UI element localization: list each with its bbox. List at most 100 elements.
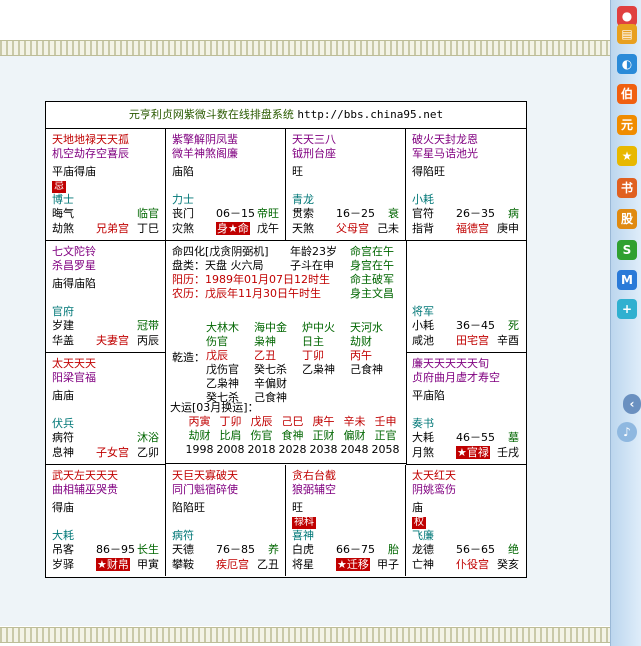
palace-ganzhi: 丁巳 bbox=[137, 222, 159, 235]
dayun-shishen: 伤官 bbox=[250, 429, 273, 442]
changsheng-stage: 帝旺 bbox=[257, 207, 279, 220]
plus-icon[interactable]: + bbox=[617, 299, 637, 319]
dayun-ganzhi: 丁卯 bbox=[219, 415, 242, 428]
shishen-day: 日主 bbox=[302, 335, 324, 348]
canggan-day-1: 乙枭神 bbox=[302, 363, 335, 376]
bell-icon[interactable]: ♪ bbox=[617, 422, 637, 442]
dayun-ganzhi: 壬申 bbox=[374, 415, 397, 428]
palace-name: 父母宫 bbox=[336, 222, 369, 235]
palace-ganzhi: 庚申 bbox=[497, 222, 519, 235]
god-name: 青龙 bbox=[292, 193, 314, 206]
m-icon[interactable]: M bbox=[617, 270, 637, 290]
changsheng-stage: 长生 bbox=[137, 543, 159, 556]
chart-title-url[interactable]: http://bbs.china95.net bbox=[297, 108, 443, 121]
suijian-star: 大耗 bbox=[412, 431, 434, 444]
dayun-year: 2018 bbox=[247, 443, 276, 456]
suijian-star: 吊客 bbox=[52, 543, 74, 556]
lunar-birth-line: 农历：戊辰年11月30日午时生 bbox=[172, 287, 321, 300]
tv-icon[interactable]: ▤ bbox=[617, 24, 637, 44]
jiangqian-star: 咸池 bbox=[412, 334, 434, 347]
ganzhi-day: 丁卯 bbox=[302, 349, 324, 362]
age-line: 年龄23岁 bbox=[290, 245, 337, 258]
daxian-range: 46－55 bbox=[456, 431, 495, 444]
dayun-ganzhi: 辛未 bbox=[343, 415, 366, 428]
palace-name: 子女宫 bbox=[96, 446, 129, 459]
god-name: 病符 bbox=[172, 529, 194, 542]
suijian-star: 丧门 bbox=[172, 207, 194, 220]
canggan-hour-1: 己食神 bbox=[350, 363, 383, 376]
god-name: 大耗 bbox=[52, 529, 74, 542]
jiangqian-star: 攀鞍 bbox=[172, 558, 194, 571]
bazi-grid: 大林木 海中金 炉中火 天河水 伤官 枭神 日主 劫财 戊辰 乙丑 丁卯 丙午 戊伤官 癸七杀 乙枭神… bbox=[206, 321, 398, 405]
brightness: 得陷旺 bbox=[412, 165, 445, 178]
canggan-month-2: 辛偏财 bbox=[254, 377, 287, 390]
shen-zhu-line: 身主文昌 bbox=[350, 287, 394, 300]
ganzhi-hour: 丙午 bbox=[350, 349, 372, 362]
god-name: 将军 bbox=[412, 305, 434, 318]
palace-cell-you: 将军 小耗 36－45 死 咸池 田宅宫 辛酉 bbox=[406, 241, 526, 353]
collapse-arrow-icon[interactable]: ‹ bbox=[623, 394, 641, 414]
changsheng-stage: 墓 bbox=[508, 431, 519, 444]
star-icon[interactable]: ★ bbox=[617, 146, 637, 166]
palace-name: 夫妻宫 bbox=[96, 334, 129, 347]
palace-name: 疾厄宫 bbox=[216, 558, 249, 571]
daxian-range: 06－15 bbox=[216, 207, 255, 220]
jiangqian-star: 劫煞 bbox=[52, 222, 74, 235]
changsheng-stage: 衰 bbox=[388, 207, 399, 220]
daxian-range: 66－75 bbox=[336, 543, 375, 556]
bo-icon[interactable]: 伯 bbox=[617, 84, 637, 104]
changsheng-stage: 临官 bbox=[137, 207, 159, 220]
god-name: 官府 bbox=[52, 305, 74, 318]
jiangqian-star: 灾煞 bbox=[172, 222, 194, 235]
stock-icon[interactable]: 股 bbox=[617, 209, 637, 229]
stars-line-2: 阳梁官福 bbox=[52, 371, 96, 384]
brightness: 平庙陷 bbox=[412, 389, 445, 402]
stars-line-2: 狼弼辅空 bbox=[292, 483, 336, 496]
palace-cell-wei: 天天三八 钺刑台座 旺 青龙 贯索 16－25 衰 天煞 父母宫 己未 bbox=[286, 129, 406, 241]
dayun-shishen: 比肩 bbox=[219, 429, 242, 442]
suijian-star: 白虎 bbox=[292, 543, 314, 556]
changsheng-stage: 养 bbox=[268, 543, 279, 556]
changsheng-stage: 死 bbox=[508, 319, 519, 332]
dayun-year: 2058 bbox=[371, 443, 400, 456]
brightness: 庙陷 bbox=[172, 165, 194, 178]
palace-cell-si: 天地地禄天天孤 机空劫存空喜辰 平庙得庙 忌 博士 晦气 临官 劫煞 兄弟宫 丁巳 bbox=[46, 129, 166, 241]
palace-ganzhi: 己未 bbox=[377, 222, 399, 235]
home-icon[interactable]: ● bbox=[617, 6, 637, 26]
stars-line-2: 杀昌罗星 bbox=[52, 259, 96, 272]
dayun-ganzhi: 庚午 bbox=[312, 415, 335, 428]
god-name: 小耗 bbox=[412, 193, 434, 206]
dayun-table: 大运[03月换运]： 丙寅 丁卯 戊辰 己巳 庚午 辛未 壬申 劫财 比肩 伤官 食神 正财 偏财 正官… bbox=[170, 401, 401, 457]
brightness: 旺 bbox=[292, 165, 303, 178]
daxian-range: 76－85 bbox=[216, 543, 255, 556]
s-icon[interactable]: S bbox=[617, 240, 637, 260]
dayun-shishen: 劫财 bbox=[188, 429, 211, 442]
suijian-star: 贯索 bbox=[292, 207, 314, 220]
palace-cell-zi: 贪右台截 狼弼辅空 旺 禄科 喜神 白虎 66－75 胎 将星 ★迁移 甲子 bbox=[286, 465, 406, 576]
decorative-band-bottom bbox=[0, 627, 610, 643]
stars-line-1: 紫擎解阴凤蜚 bbox=[172, 133, 238, 146]
stars-line-2: 同门魁宿碎使 bbox=[172, 483, 238, 496]
stars-line-1: 天天三八 bbox=[292, 133, 336, 146]
changsheng-stage: 沐浴 bbox=[137, 431, 159, 444]
stars-line-1: 太天天天 bbox=[52, 357, 96, 370]
stars-line-2: 机空劫存空喜辰 bbox=[52, 147, 129, 160]
palace-name: ★迁移 bbox=[336, 558, 370, 571]
daxian-range: 36－45 bbox=[456, 319, 495, 332]
palace-ganzhi: 壬戌 bbox=[497, 446, 519, 459]
stars-line-1: 贪右台截 bbox=[292, 469, 336, 482]
jiangqian-star: 天煞 bbox=[292, 222, 314, 235]
ziwei-chart: 元亨利贞网紫微斗数在线排盘系统 http://bbs.china95.net 天… bbox=[45, 101, 527, 578]
book-icon[interactable]: 书 bbox=[617, 178, 637, 198]
god-name: 力士 bbox=[172, 193, 194, 206]
browser-sidebar: ● ▤ ◐ 伯 元 ★ 书 股 S M + ‹ ♪ bbox=[610, 0, 641, 646]
dayun-shishen: 正财 bbox=[312, 429, 335, 442]
qianzao-label: 乾造： bbox=[172, 351, 205, 364]
globe-icon[interactable]: ◐ bbox=[617, 54, 637, 74]
jiangqian-star: 息神 bbox=[52, 446, 74, 459]
dayun-ganzhi: 戊辰 bbox=[250, 415, 273, 428]
nayin-year: 大林木 bbox=[206, 321, 239, 334]
decorative-band-top bbox=[0, 40, 610, 56]
stars-line-2: 阴姚鸾伤 bbox=[412, 483, 456, 496]
yuan-icon[interactable]: 元 bbox=[617, 115, 637, 135]
